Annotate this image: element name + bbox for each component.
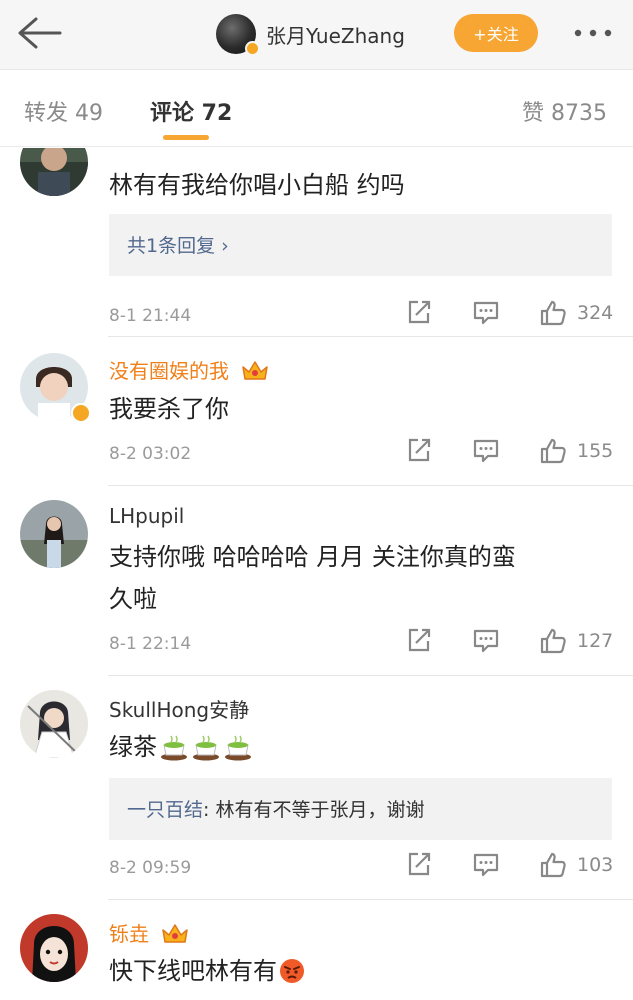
comment-actions: 155 — [405, 436, 615, 466]
avatar[interactable] — [216, 14, 260, 56]
crown-icon — [162, 924, 189, 943]
avatar[interactable] — [20, 914, 88, 982]
comment-actions: 103 — [405, 850, 615, 880]
comment-text: 绿茶 — [109, 733, 157, 761]
like-button[interactable]: 324 — [539, 298, 613, 328]
share-icon[interactable] — [405, 626, 433, 656]
comment-time: 8-1 21:44 — [109, 306, 192, 326]
comment-item: SkullHong安静 绿茶 一只百结: 林有有不等于张月，谢谢 8-2 09:… — [0, 676, 633, 900]
comment-item: 铄垚 快下线吧林有有 — [0, 900, 633, 1000]
comment-text: 林有有我给你唱小白船 约吗 — [109, 171, 405, 199]
like-button[interactable]: 103 — [539, 850, 613, 880]
comment-list: 林有有我给你唱小白船 约吗 共1条回复 › 8-1 21:44 324 没有圈娱… — [0, 148, 633, 1000]
reply-preview[interactable]: 一只百结: 林有有不等于张月，谢谢 — [109, 778, 612, 840]
thumbs-up-icon — [540, 852, 566, 878]
chevron-right-icon: › — [221, 235, 229, 257]
like-count: 324 — [577, 302, 614, 324]
view-replies-link[interactable]: 共1条回复 — [127, 235, 215, 257]
thumbs-up-icon — [540, 628, 566, 654]
like-count: 155 — [577, 440, 614, 462]
active-tab-indicator — [163, 135, 209, 140]
tea-emoji-icon — [161, 735, 187, 761]
comment-username[interactable]: SkullHong安静 — [109, 694, 249, 723]
share-icon[interactable] — [405, 436, 433, 466]
back-arrow-icon[interactable] — [16, 16, 62, 50]
comment-username[interactable]: 没有圈娱的我 — [109, 359, 229, 383]
verified-badge-icon — [71, 403, 91, 423]
avatar[interactable] — [20, 690, 88, 758]
comment-actions: 324 — [405, 298, 615, 328]
reply-username[interactable]: 一只百结 — [127, 799, 203, 821]
profile-name[interactable]: 张月YueZhang — [266, 20, 405, 49]
comment-time: 8-2 09:59 — [109, 858, 192, 878]
comment-icon[interactable] — [472, 298, 500, 328]
avatar[interactable] — [20, 353, 91, 423]
comment-icon[interactable] — [472, 436, 500, 466]
like-button[interactable]: 155 — [539, 436, 613, 466]
comment-icon[interactable] — [472, 626, 500, 656]
follow-button[interactable]: +关注 — [454, 14, 538, 52]
comment-text: 我要杀了你 — [109, 395, 229, 423]
thumbs-up-icon — [540, 300, 566, 326]
more-dots-icon[interactable] — [568, 20, 618, 46]
comment-text: 久啦 — [109, 585, 157, 613]
tab-bar: 转发 49 评论 72 赞 8735 — [0, 71, 633, 147]
reply-preview[interactable]: 共1条回复 › — [109, 214, 612, 276]
comment-item: 没有圈娱的我 我要杀了你 8-2 03:02 155 — [0, 337, 633, 486]
comment-item: 林有有我给你唱小白船 约吗 共1条回复 › 8-1 21:44 324 — [0, 148, 633, 337]
comment-item: LHpupil 支持你哦 哈哈哈哈 月月 关注你真的蛮 久啦 8-1 22:14… — [0, 486, 633, 676]
like-button[interactable]: 127 — [539, 626, 613, 656]
angry-face-emoji-icon — [280, 959, 304, 983]
share-icon[interactable] — [405, 298, 433, 328]
tea-emoji-icon — [225, 735, 251, 761]
comment-text: 快下线吧林有有 — [109, 957, 277, 985]
comment-time: 8-2 03:02 — [109, 444, 192, 464]
comment-actions: 127 — [405, 626, 615, 656]
share-icon[interactable] — [405, 850, 433, 880]
like-count: 127 — [577, 630, 614, 652]
comment-username[interactable]: LHpupil — [109, 504, 184, 528]
comment-username[interactable]: 铄垚 — [109, 922, 149, 946]
crown-icon — [242, 361, 269, 380]
tab-repost[interactable]: 转发 49 — [24, 95, 103, 127]
comment-icon[interactable] — [472, 850, 500, 880]
avatar[interactable] — [20, 148, 88, 196]
verified-badge-icon — [245, 41, 260, 56]
profile-header[interactable]: 张月YueZhang — [216, 12, 405, 56]
tea-emoji-icon — [193, 735, 219, 761]
like-count: 103 — [577, 854, 614, 876]
thumbs-up-icon — [540, 438, 566, 464]
avatar[interactable] — [20, 500, 88, 568]
comment-time: 8-1 22:14 — [109, 634, 192, 654]
tab-comments[interactable]: 评论 72 — [150, 95, 232, 127]
comment-text: 支持你哦 哈哈哈哈 月月 关注你真的蛮 — [109, 543, 516, 571]
reply-text: : 林有有不等于张月，谢谢 — [203, 799, 425, 821]
tab-likes[interactable]: 赞 8735 — [522, 95, 607, 127]
top-bar: 张月YueZhang +关注 — [0, 0, 633, 70]
